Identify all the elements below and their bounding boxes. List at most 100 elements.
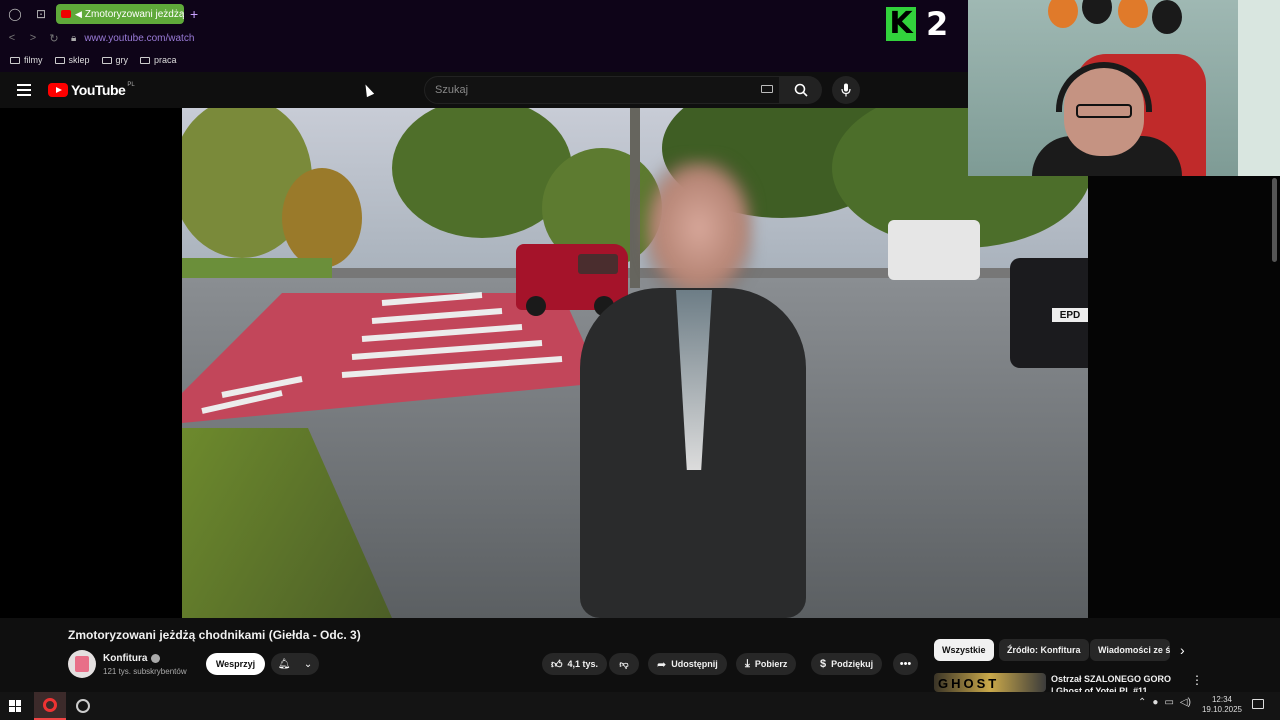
forward-icon[interactable]: >: [24, 32, 42, 44]
folder-icon: [10, 56, 20, 64]
chip-source[interactable]: Źródło: Konfitura: [999, 639, 1089, 661]
like-button[interactable]: 👍︎ 4,1 tys.: [542, 653, 608, 675]
folder-icon: [140, 56, 151, 64]
microphone-icon: [841, 83, 851, 97]
chip-all[interactable]: Wszystkie: [934, 639, 994, 661]
balloon-decoration: [1118, 0, 1148, 28]
windows-start-icon[interactable]: [9, 700, 21, 712]
system-tray: ⌃ ● ▭ ◁): [1138, 697, 1191, 708]
bookmark-label: sklep: [68, 55, 90, 65]
taskbar-opera[interactable]: [34, 692, 66, 720]
video-blurred-face: [644, 158, 754, 298]
app-icon: [76, 699, 90, 713]
clock-time: 12:34: [1211, 695, 1233, 704]
speaker-icon[interactable]: ◀: [75, 9, 82, 20]
volume-icon[interactable]: ◁): [1180, 697, 1191, 708]
chevron-up-icon[interactable]: ⌃: [1138, 697, 1146, 708]
video-player[interactable]: EPD: [182, 108, 1088, 618]
network-icon[interactable]: ▭: [1164, 697, 1173, 708]
chip-news[interactable]: Wiadomości ze ś: [1090, 639, 1170, 661]
channel-name-text: Konfitura: [103, 653, 148, 664]
bookmark-label: praca: [154, 55, 177, 65]
video-pole: [630, 108, 640, 288]
folder-icon: [54, 56, 65, 64]
more-horizontal-icon: •••: [899, 658, 912, 670]
windows-taskbar: [0, 692, 1280, 720]
streamer-webcam: [968, 0, 1280, 176]
taskbar-clock[interactable]: 12:34 19.10.2025: [1200, 695, 1244, 715]
k2-logo: K 2: [886, 4, 956, 44]
bell-icon: 🔔︎: [277, 658, 291, 670]
channel-avatar[interactable]: [68, 650, 96, 678]
bookmark-filmy[interactable]: filmy: [10, 55, 43, 65]
youtube-logo[interactable]: YouTube PL: [48, 82, 135, 98]
url-field[interactable]: www.youtube.com/watch: [84, 33, 194, 44]
browser-tab-active[interactable]: ◀ Zmotoryzowani jeżdżą...: [56, 4, 184, 24]
join-button[interactable]: Wesprzyj: [206, 653, 265, 675]
folder-icon: [101, 56, 112, 64]
taskbar-app[interactable]: [67, 692, 99, 720]
youtube-play-icon: [48, 83, 68, 97]
search-button[interactable]: [780, 76, 822, 104]
youtube-favicon-icon: [61, 10, 71, 18]
thanks-label: Podziękuj: [831, 659, 874, 669]
opera-icon: [43, 698, 57, 712]
recommendation-thumbnail[interactable]: GHOST: [934, 673, 1046, 692]
menu-icon[interactable]: [17, 84, 31, 96]
bookmark-sklep[interactable]: sklep: [54, 55, 90, 65]
thanks-icon: $: [820, 658, 827, 670]
share-button[interactable]: ➦ Udostępnij: [648, 653, 727, 675]
download-icon: ⤓: [745, 657, 750, 670]
browser-tab-bar: ◯ ⊡ ◀ Zmotoryzowani jeżdżą... +: [0, 0, 968, 28]
tab-title: Zmotoryzowani jeżdżą...: [84, 8, 184, 20]
search-input[interactable]: Szukaj: [424, 76, 780, 104]
more-vertical-icon[interactable]: ⋮: [1191, 673, 1203, 687]
balloon-decoration: [1082, 0, 1112, 24]
bookmark-label: gry: [115, 55, 129, 65]
thanks-button[interactable]: $ Podziękuj: [811, 653, 883, 675]
share-label: Udostępnij: [671, 659, 718, 669]
chevron-right-icon[interactable]: ›: [1180, 642, 1185, 658]
voice-search-button[interactable]: [832, 76, 860, 104]
verified-icon: [151, 654, 161, 663]
more-actions-button[interactable]: •••: [893, 653, 918, 675]
k2-logo-number: 2: [926, 5, 949, 43]
notification-button[interactable]: 🔔︎ ⌄: [271, 653, 319, 675]
k2-logo-letter: K: [886, 7, 916, 41]
balloon-decoration: [1048, 0, 1078, 28]
bookmark-praca[interactable]: praca: [140, 55, 177, 65]
thumbs-up-icon: 👍︎: [551, 658, 563, 671]
back-icon[interactable]: <: [3, 32, 21, 44]
country-code: PL: [127, 82, 135, 88]
notifications-icon[interactable]: [1252, 699, 1264, 709]
recommendation-title[interactable]: Ostrzał SZALONEGO GORO | Ghost of Yotei …: [1051, 673, 1176, 692]
address-bar: < > ↻ 🔒︎ www.youtube.com/watch: [0, 28, 968, 48]
lock-icon[interactable]: 🔒︎: [71, 33, 76, 44]
new-tab-icon[interactable]: +: [190, 6, 198, 22]
screen: ◯ ⊡ ◀ Zmotoryzowani jeżdżą... + < > ↻ 🔒︎…: [0, 0, 1280, 720]
video-license-plate: EPD: [1052, 308, 1088, 322]
search-icon: [794, 83, 808, 97]
bookmarks-bar: filmy sklep gry praca: [0, 48, 968, 72]
dislike-button[interactable]: 👎︎: [609, 653, 639, 675]
video-white-van: [888, 220, 980, 280]
opera-menu-icon[interactable]: ◯: [4, 3, 26, 25]
download-label: Pobierz: [754, 659, 788, 669]
page-scrollbar[interactable]: [1272, 178, 1277, 262]
workspaces-icon[interactable]: ⊡: [30, 3, 52, 25]
search-placeholder: Szukaj: [435, 84, 469, 96]
balloon-decoration: [1152, 0, 1182, 34]
bookmark-gry[interactable]: gry: [101, 55, 129, 65]
keyboard-icon[interactable]: [761, 85, 773, 93]
microphone-icon[interactable]: ●: [1152, 697, 1158, 708]
video-person: [560, 158, 826, 618]
clock-date: 19.10.2025: [1201, 705, 1243, 714]
reload-icon[interactable]: ↻: [45, 32, 63, 45]
youtube-header: YouTube PL Szukaj: [0, 72, 968, 108]
glasses: [1076, 104, 1132, 118]
youtube-logo-text: YouTube: [71, 82, 126, 98]
download-button[interactable]: ⤓ Pobierz: [736, 653, 797, 675]
share-icon: ➦: [657, 658, 667, 671]
channel-name[interactable]: Konfitura: [103, 653, 161, 664]
subscriber-count: 121 tys. subskrybentów: [103, 667, 187, 676]
